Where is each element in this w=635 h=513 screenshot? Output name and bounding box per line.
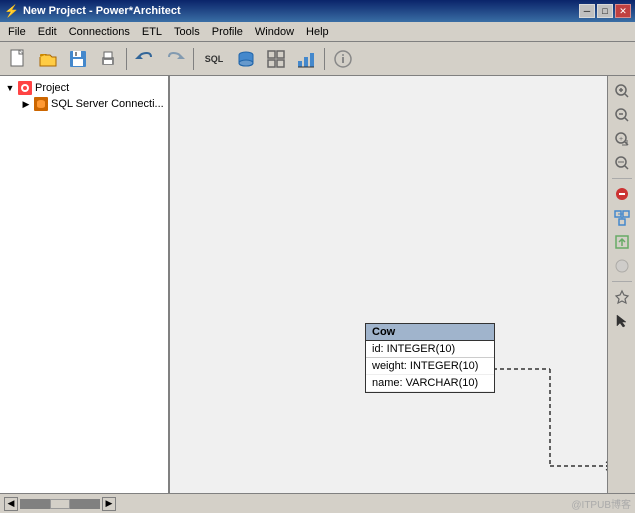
status-bar: ◀ ▶ @ITPUB博客 [0, 493, 635, 513]
title-bar: ⚡ New Project - Power*Architect ─ □ ✕ [0, 0, 635, 22]
relationship-lines [170, 76, 607, 493]
watermark: @ITPUB博客 [571, 496, 631, 511]
tree-item-project[interactable]: ▼ Project [0, 80, 168, 96]
auto-layout-button[interactable] [611, 207, 633, 229]
new-button[interactable] [4, 46, 32, 72]
scroll-thumb[interactable] [50, 499, 70, 509]
canvas-area[interactable]: Cow id: INTEGER(10) weight: INTEGER(10) … [170, 76, 607, 493]
menu-file[interactable]: File [2, 24, 32, 40]
er-table-cow-row-1: name: VARCHAR(10) [366, 375, 494, 392]
main-area: ▼ Project ▶ SQL Server Connecti... [0, 76, 635, 493]
app-icon: ⚡ [4, 4, 19, 18]
db-button[interactable] [232, 46, 260, 72]
zoom-fit-button[interactable]: + [611, 128, 633, 150]
tree-panel: ▼ Project ▶ SQL Server Connecti... [0, 76, 170, 493]
svg-text:+: + [619, 136, 623, 143]
toolbar-sep-2 [193, 48, 194, 70]
open-button[interactable] [34, 46, 62, 72]
redo-button[interactable] [161, 46, 189, 72]
scroll-right-button[interactable]: ▶ [102, 497, 116, 511]
toolbar-sep-1 [126, 48, 127, 70]
zoom-select-button[interactable] [611, 152, 633, 174]
db-icon [34, 97, 48, 111]
right-toolbar: + [607, 76, 635, 493]
menu-tools[interactable]: Tools [168, 24, 206, 40]
print-button[interactable] [94, 46, 122, 72]
scroll-area: ◀ ▶ [4, 497, 116, 511]
info-button[interactable] [329, 46, 357, 72]
menu-help[interactable]: Help [300, 24, 335, 40]
tree-expand-project[interactable]: ▼ [4, 82, 16, 94]
er-table-cow-row-0: weight: INTEGER(10) [366, 358, 494, 375]
zoom-out-button[interactable] [611, 104, 633, 126]
er-table-cow[interactable]: Cow id: INTEGER(10) weight: INTEGER(10) … [365, 323, 495, 393]
tree-item-sqlconn[interactable]: ▶ SQL Server Connecti... [0, 96, 168, 112]
highlight-button[interactable] [611, 255, 633, 277]
menu-connections[interactable]: Connections [63, 24, 136, 40]
er-table-cow-header: Cow [366, 324, 494, 341]
menu-bar: File Edit Connections ETL Tools Profile … [0, 22, 635, 42]
right-separator-2 [612, 281, 632, 282]
close-button[interactable]: ✕ [615, 4, 631, 18]
minimize-button[interactable]: ─ [579, 4, 595, 18]
menu-window[interactable]: Window [249, 24, 300, 40]
right-separator-1 [612, 178, 632, 179]
project-icon [18, 81, 32, 95]
arrow-cursor-button[interactable] [611, 310, 633, 332]
zoom-in-button[interactable] [611, 80, 633, 102]
export-button[interactable] [611, 231, 633, 253]
toolbar: SQL [0, 42, 635, 76]
pin-button[interactable] [611, 286, 633, 308]
save-button[interactable] [64, 46, 92, 72]
sql-button[interactable]: SQL [198, 46, 230, 72]
scroll-left-button[interactable]: ◀ [4, 497, 18, 511]
toolbar-sep-3 [324, 48, 325, 70]
window-title: New Project - Power*Architect [23, 5, 181, 17]
menu-etl[interactable]: ETL [136, 24, 168, 40]
scroll-track[interactable] [20, 499, 100, 509]
maximize-button[interactable]: □ [597, 4, 613, 18]
chart-button[interactable] [292, 46, 320, 72]
menu-edit[interactable]: Edit [32, 24, 63, 40]
undo-button[interactable] [131, 46, 159, 72]
tree-label-sqlconn: SQL Server Connecti... [51, 98, 164, 110]
er-table-cow-pk: id: INTEGER(10) [366, 341, 494, 358]
er-table-cow-body: weight: INTEGER(10) name: VARCHAR(10) [366, 358, 494, 392]
delete-button[interactable] [611, 183, 633, 205]
menu-profile[interactable]: Profile [206, 24, 249, 40]
tree-expand-sqlconn[interactable]: ▶ [20, 98, 32, 110]
tree-label-project: Project [35, 82, 69, 94]
grid-button[interactable] [262, 46, 290, 72]
